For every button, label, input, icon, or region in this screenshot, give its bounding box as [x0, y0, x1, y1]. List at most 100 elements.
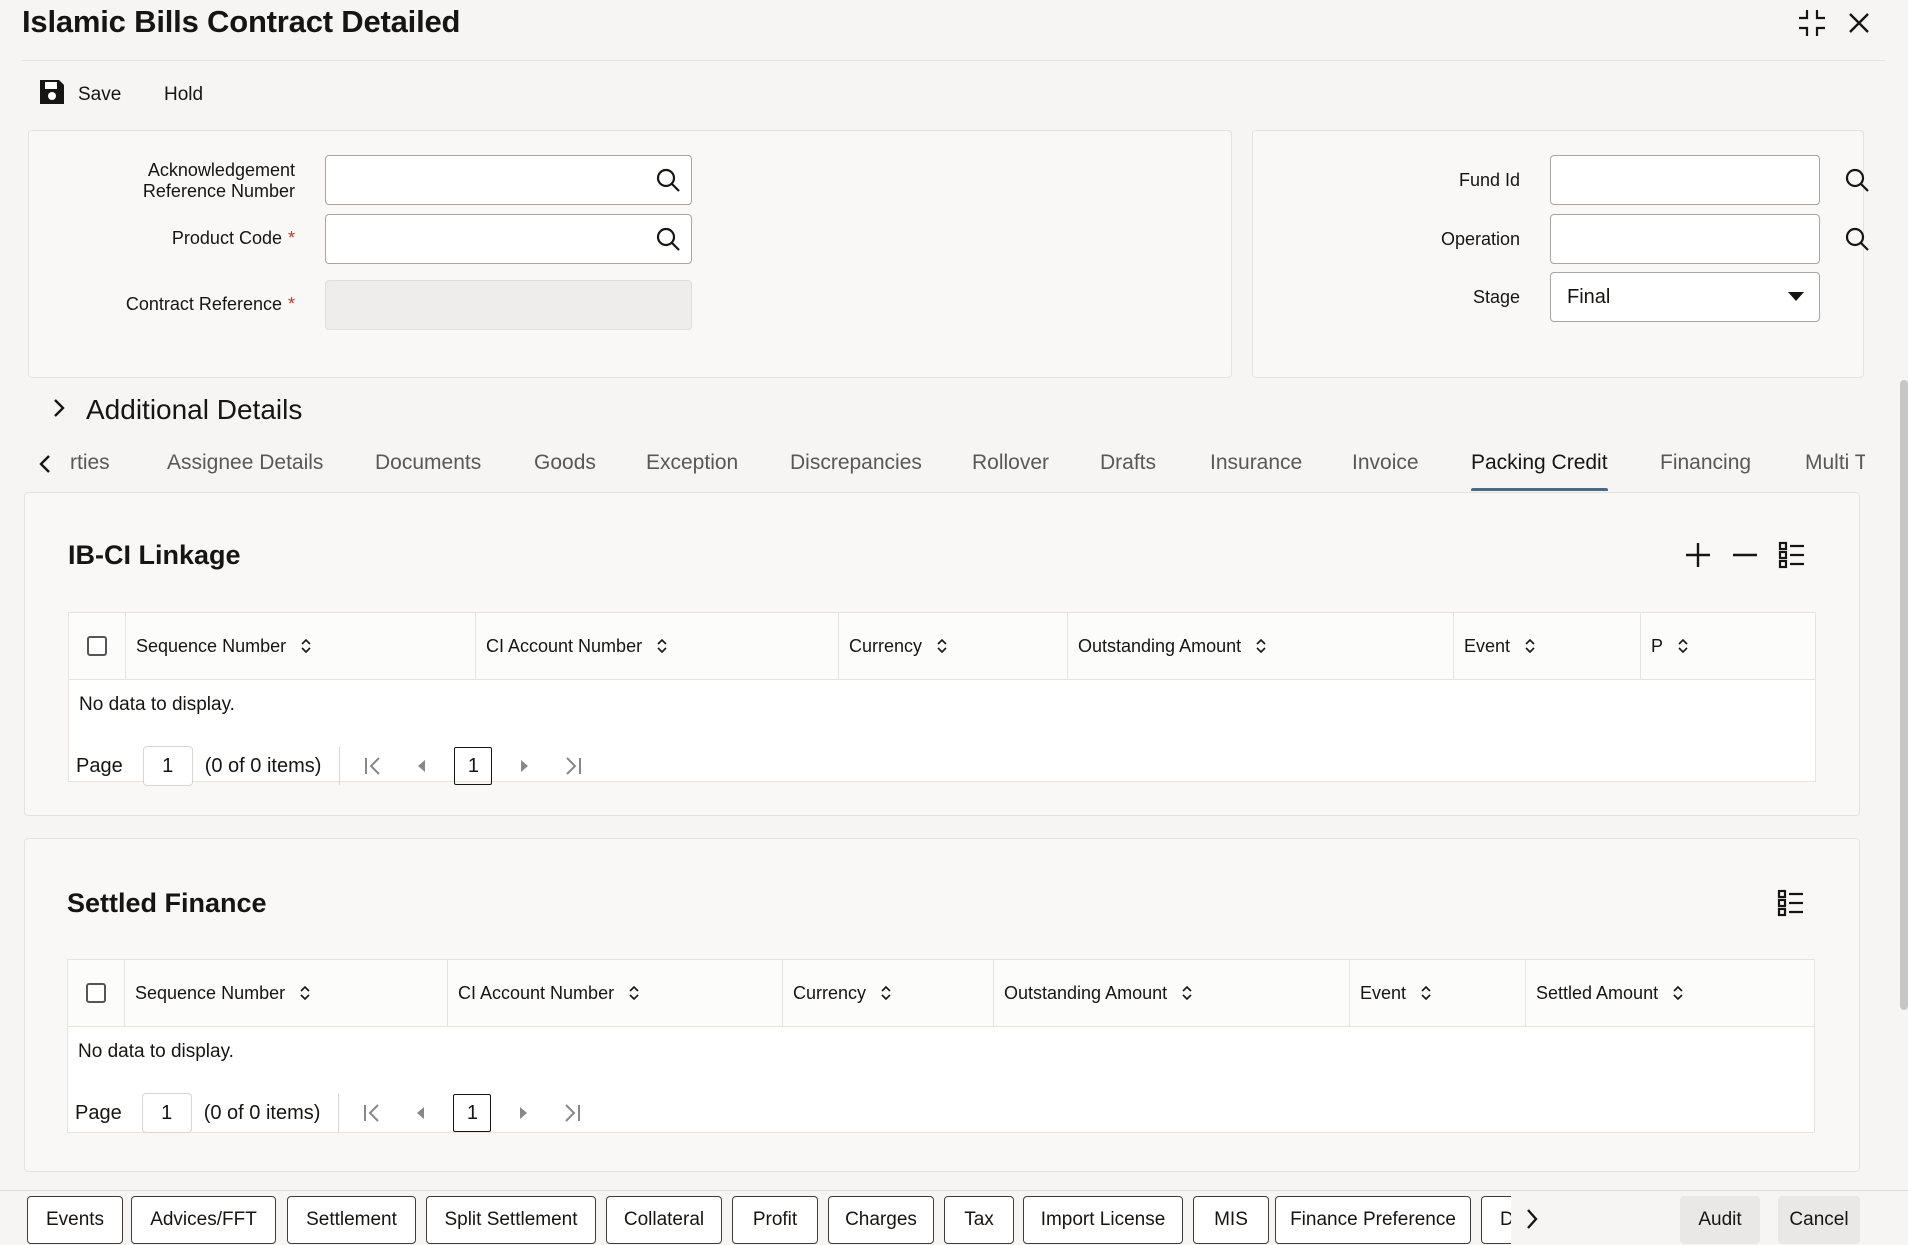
active-tab-indicator [1471, 488, 1608, 491]
sort-icon[interactable] [1672, 984, 1684, 1002]
column-header[interactable]: Event [1350, 960, 1526, 1026]
stage-select[interactable]: Final [1550, 272, 1820, 322]
sort-icon[interactable] [1677, 637, 1689, 655]
column-header[interactable]: Settled Amount [1526, 960, 1814, 1026]
sort-icon[interactable] [299, 984, 311, 1002]
sort-icon[interactable] [1420, 984, 1432, 1002]
sort-icon[interactable] [1524, 637, 1536, 655]
fund-id-input[interactable] [1551, 156, 1844, 204]
sort-icon[interactable] [628, 984, 640, 1002]
column-header[interactable]: Outstanding Amount [994, 960, 1350, 1026]
footer-button-charges[interactable]: Charges [828, 1196, 934, 1244]
search-icon[interactable] [645, 156, 691, 204]
sort-icon[interactable] [1181, 984, 1193, 1002]
sort-icon[interactable] [1255, 637, 1267, 655]
product-code-field[interactable] [325, 214, 692, 264]
current-page[interactable]: 1 [454, 747, 493, 785]
last-page-icon[interactable] [557, 1098, 587, 1128]
fund-id-label: Fund Id [1458, 170, 1520, 190]
tab-insurance[interactable]: Insurance [1210, 451, 1302, 475]
tab-discrepancies[interactable]: Discrepancies [790, 451, 922, 475]
product-code-input[interactable] [326, 215, 645, 263]
search-icon[interactable] [645, 215, 691, 263]
footer-button-mis[interactable]: MIS [1193, 1196, 1269, 1244]
first-page-icon[interactable] [357, 1098, 387, 1128]
ack-ref-label-line1: Acknowledgement [147, 160, 295, 180]
operation-field[interactable] [1550, 214, 1869, 264]
next-page-icon[interactable] [509, 1098, 539, 1128]
prev-page-icon[interactable] [406, 751, 436, 781]
footer-button-split-settlement[interactable]: Split Settlement [426, 1196, 596, 1244]
column-list-icon[interactable] [1772, 535, 1812, 575]
sort-icon[interactable] [880, 984, 892, 1002]
first-page-icon[interactable] [358, 751, 388, 781]
tab-goods[interactable]: Goods [534, 451, 596, 475]
column-header[interactable]: Sequence Number [126, 613, 476, 679]
footer-button-collateral[interactable]: Collateral [606, 1196, 722, 1244]
column-header[interactable]: P [1641, 613, 1815, 679]
column-header-label: Outstanding Amount [1078, 635, 1242, 656]
column-list-icon[interactable] [1771, 883, 1811, 923]
additional-details-toggle[interactable]: Additional Details [52, 394, 302, 426]
footer-button-d[interactable]: D [1481, 1196, 1511, 1244]
save-button[interactable]: Save [38, 76, 121, 114]
column-header-label: CI Account Number [458, 982, 615, 1003]
minus-icon[interactable] [1725, 535, 1765, 575]
tab-invoice[interactable]: Invoice [1352, 451, 1419, 475]
plus-icon[interactable] [1678, 535, 1718, 575]
footer-button-finance-preference[interactable]: Finance Preference [1275, 1196, 1471, 1244]
footer-button-import-license[interactable]: Import License [1023, 1196, 1183, 1244]
current-page[interactable]: 1 [453, 1094, 492, 1132]
ibci-grid: Sequence Number CI Account Number Curren… [68, 612, 1816, 786]
select-all-checkbox[interactable] [86, 983, 106, 1003]
close-icon[interactable] [1842, 6, 1876, 40]
chevron-right-icon[interactable] [1524, 1206, 1544, 1234]
ack-ref-input[interactable] [326, 156, 645, 204]
audit-button[interactable]: Audit [1680, 1196, 1760, 1244]
tab-exception[interactable]: Exception [646, 451, 738, 475]
next-page-icon[interactable] [510, 751, 540, 781]
sort-icon[interactable] [936, 637, 948, 655]
tab-multi-t[interactable]: Multi T [1805, 451, 1865, 475]
no-data-message: No data to display. [78, 1041, 234, 1062]
fund-id-field[interactable] [1550, 155, 1869, 205]
tab-packing-credit[interactable]: Packing Credit [1471, 451, 1608, 475]
tab-financing[interactable]: Financing [1660, 451, 1751, 475]
footer-button-tax[interactable]: Tax [944, 1196, 1014, 1244]
column-header-label: Sequence Number [135, 982, 286, 1003]
column-header[interactable]: CI Account Number [448, 960, 783, 1026]
column-header-label: P [1651, 635, 1664, 656]
tab-drafts[interactable]: Drafts [1100, 451, 1156, 475]
select-all-checkbox[interactable] [87, 636, 107, 656]
tab-assignee-details[interactable]: Assignee Details [167, 451, 323, 475]
column-header[interactable]: CI Account Number [476, 613, 839, 679]
ack-ref-field[interactable] [325, 155, 692, 205]
column-header[interactable]: Event [1454, 613, 1641, 679]
prev-page-icon[interactable] [405, 1098, 435, 1128]
tab-rties[interactable]: rties [70, 451, 110, 475]
column-header[interactable]: Currency [783, 960, 994, 1026]
restore-icon[interactable] [1795, 6, 1829, 40]
column-header[interactable]: Outstanding Amount [1068, 613, 1454, 679]
operation-input[interactable] [1551, 215, 1844, 263]
sort-icon[interactable] [300, 637, 312, 655]
column-header[interactable]: Currency [839, 613, 1068, 679]
footer-button-profit[interactable]: Profit [732, 1196, 818, 1244]
page-number-input[interactable]: 1 [142, 746, 193, 786]
hold-button[interactable]: Hold [164, 76, 203, 114]
column-header[interactable]: Sequence Number [125, 960, 448, 1026]
search-icon[interactable] [1844, 215, 1870, 263]
footer-button-advices-fft[interactable]: Advices/FFT [131, 1196, 276, 1244]
vertical-scrollbar[interactable] [1900, 380, 1908, 1010]
page-number-input[interactable]: 1 [141, 1093, 192, 1133]
pager-divider [338, 1094, 340, 1132]
footer-button-events[interactable]: Events [27, 1196, 123, 1244]
cancel-button[interactable]: Cancel [1778, 1196, 1860, 1244]
product-code-label-text: Product Code [171, 228, 282, 248]
tab-documents[interactable]: Documents [375, 451, 481, 475]
tab-rollover[interactable]: Rollover [972, 451, 1049, 475]
search-icon[interactable] [1844, 156, 1870, 204]
last-page-icon[interactable] [558, 751, 588, 781]
sort-icon[interactable] [656, 637, 668, 655]
footer-button-settlement[interactable]: Settlement [287, 1196, 416, 1244]
